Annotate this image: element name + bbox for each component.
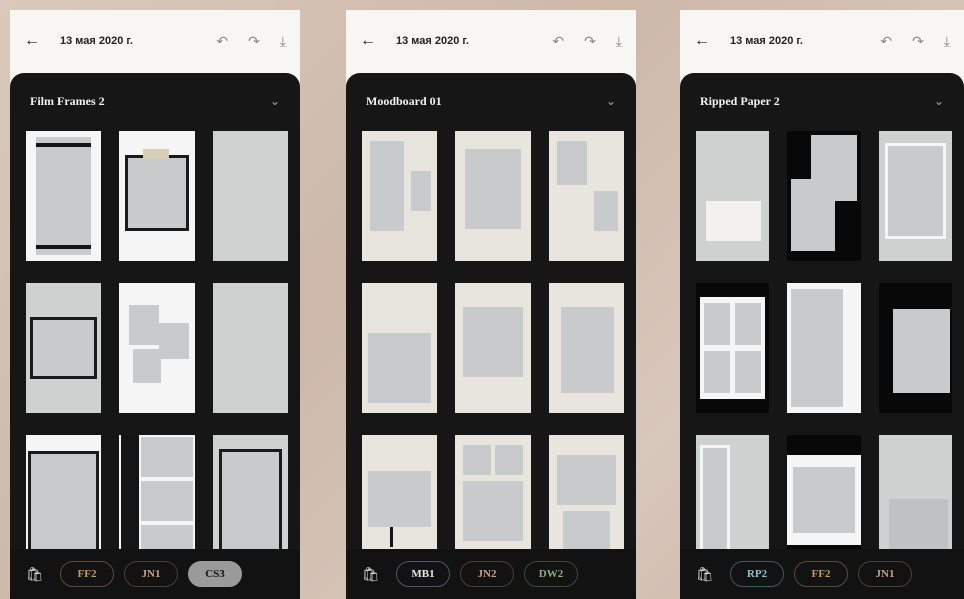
undo-icon[interactable]: ↶ [552,33,564,50]
bottom-bar: 🛍 FF2 JN1 CS3 [10,549,300,599]
phone-screen-ripped-paper: ← 13 мая 2020 г. ↶ ↷ ⤓ Ripped Paper 2 ⌄ [680,10,964,599]
template-thumbnail[interactable] [548,435,624,565]
download-icon[interactable]: ⤓ [944,33,950,50]
shop-icon[interactable]: 🛍 [362,566,386,583]
collection-title: Film Frames 2 [30,93,105,108]
pack-pill-jn1[interactable]: JN1 [858,561,912,587]
sheet-header[interactable]: Ripped Paper 2 ⌄ [680,73,964,129]
template-sheet: Ripped Paper 2 ⌄ 🛍 RP2 FF2 JN1 [680,73,964,599]
template-thumbnail[interactable] [548,283,624,413]
back-arrow-icon[interactable]: ← [24,32,46,50]
download-icon[interactable]: ⤓ [280,33,286,50]
download-icon[interactable]: ⤓ [616,33,622,50]
redo-icon[interactable]: ↷ [584,33,596,50]
collection-title: Ripped Paper 2 [700,93,780,108]
template-thumbnail[interactable] [787,283,861,413]
template-thumbnail[interactable] [787,435,861,565]
undo-icon[interactable]: ↶ [880,33,892,50]
project-date: 13 мая 2020 г. [396,35,469,47]
template-thumbnail[interactable] [362,435,438,565]
template-grid [26,131,288,565]
template-thumbnail[interactable] [212,435,288,565]
template-thumbnail[interactable] [878,435,952,565]
top-bar: ← 13 мая 2020 г. ↶ ↷ ⤓ [10,10,300,72]
pack-pill-jn2[interactable]: JN2 [460,561,514,587]
phone-screen-moodboard: ← 13 мая 2020 г. ↶ ↷ ⤓ Moodboard 01 ⌄ 🛍 … [346,10,636,599]
bottom-bar: 🛍 MB1 JN2 DW2 [346,549,636,599]
template-thumbnail[interactable] [548,131,624,261]
redo-icon[interactable]: ↷ [248,33,260,50]
pack-pill-dw2[interactable]: DW2 [524,561,578,587]
template-thumbnail[interactable] [119,131,195,261]
template-thumbnail[interactable] [455,435,531,565]
template-sheet: Film Frames 2 ⌄ 🛍 FF2 JN1 CS3 [10,73,300,599]
project-date: 13 мая 2020 г. [730,35,803,47]
template-sheet: Moodboard 01 ⌄ 🛍 MB1 JN2 DW2 [346,73,636,599]
template-thumbnail[interactable] [696,131,770,261]
top-bar: ← 13 мая 2020 г. ↶ ↷ ⤓ [346,10,636,72]
pack-pill-jn1[interactable]: JN1 [124,561,178,587]
back-arrow-icon[interactable]: ← [694,32,716,50]
shop-icon[interactable]: 🛍 [26,566,50,583]
template-thumbnail[interactable] [26,435,102,565]
template-grid [362,131,624,565]
sheet-header[interactable]: Moodboard 01 ⌄ [346,73,636,129]
project-date: 13 мая 2020 г. [60,35,133,47]
pack-pill-ff2[interactable]: FF2 [60,561,114,587]
template-thumbnail[interactable] [696,283,770,413]
redo-icon[interactable]: ↷ [912,33,924,50]
template-thumbnail[interactable] [696,435,770,565]
template-thumbnail[interactable] [119,283,195,413]
shop-icon[interactable]: 🛍 [696,566,720,583]
collection-title: Moodboard 01 [366,93,442,108]
back-arrow-icon[interactable]: ← [360,32,382,50]
template-thumbnail[interactable] [455,283,531,413]
pack-pill-cs3[interactable]: CS3 [188,561,242,587]
template-thumbnail[interactable] [26,131,102,261]
chevron-down-icon[interactable]: ⌄ [606,94,616,108]
template-thumbnail[interactable] [212,283,288,413]
chevron-down-icon[interactable]: ⌄ [934,94,944,108]
pack-pill-ff2[interactable]: FF2 [794,561,848,587]
pack-pill-rp2[interactable]: RP2 [730,561,784,587]
template-thumbnail[interactable] [455,131,531,261]
undo-icon[interactable]: ↶ [216,33,228,50]
pack-pill-mb1[interactable]: MB1 [396,561,450,587]
template-thumbnail[interactable] [362,283,438,413]
sheet-header[interactable]: Film Frames 2 ⌄ [10,73,300,129]
template-thumbnail[interactable] [878,131,952,261]
template-thumbnail[interactable] [119,435,195,565]
phone-screen-film-frames: ← 13 мая 2020 г. ↶ ↷ ⤓ Film Frames 2 ⌄ 🛍… [10,10,300,599]
template-grid [696,131,952,565]
template-thumbnail[interactable] [26,283,102,413]
template-thumbnail[interactable] [878,283,952,413]
template-thumbnail[interactable] [212,131,288,261]
chevron-down-icon[interactable]: ⌄ [270,94,280,108]
top-bar: ← 13 мая 2020 г. ↶ ↷ ⤓ [680,10,964,72]
template-thumbnail[interactable] [362,131,438,261]
template-thumbnail[interactable] [787,131,861,261]
bottom-bar: 🛍 RP2 FF2 JN1 [680,549,964,599]
